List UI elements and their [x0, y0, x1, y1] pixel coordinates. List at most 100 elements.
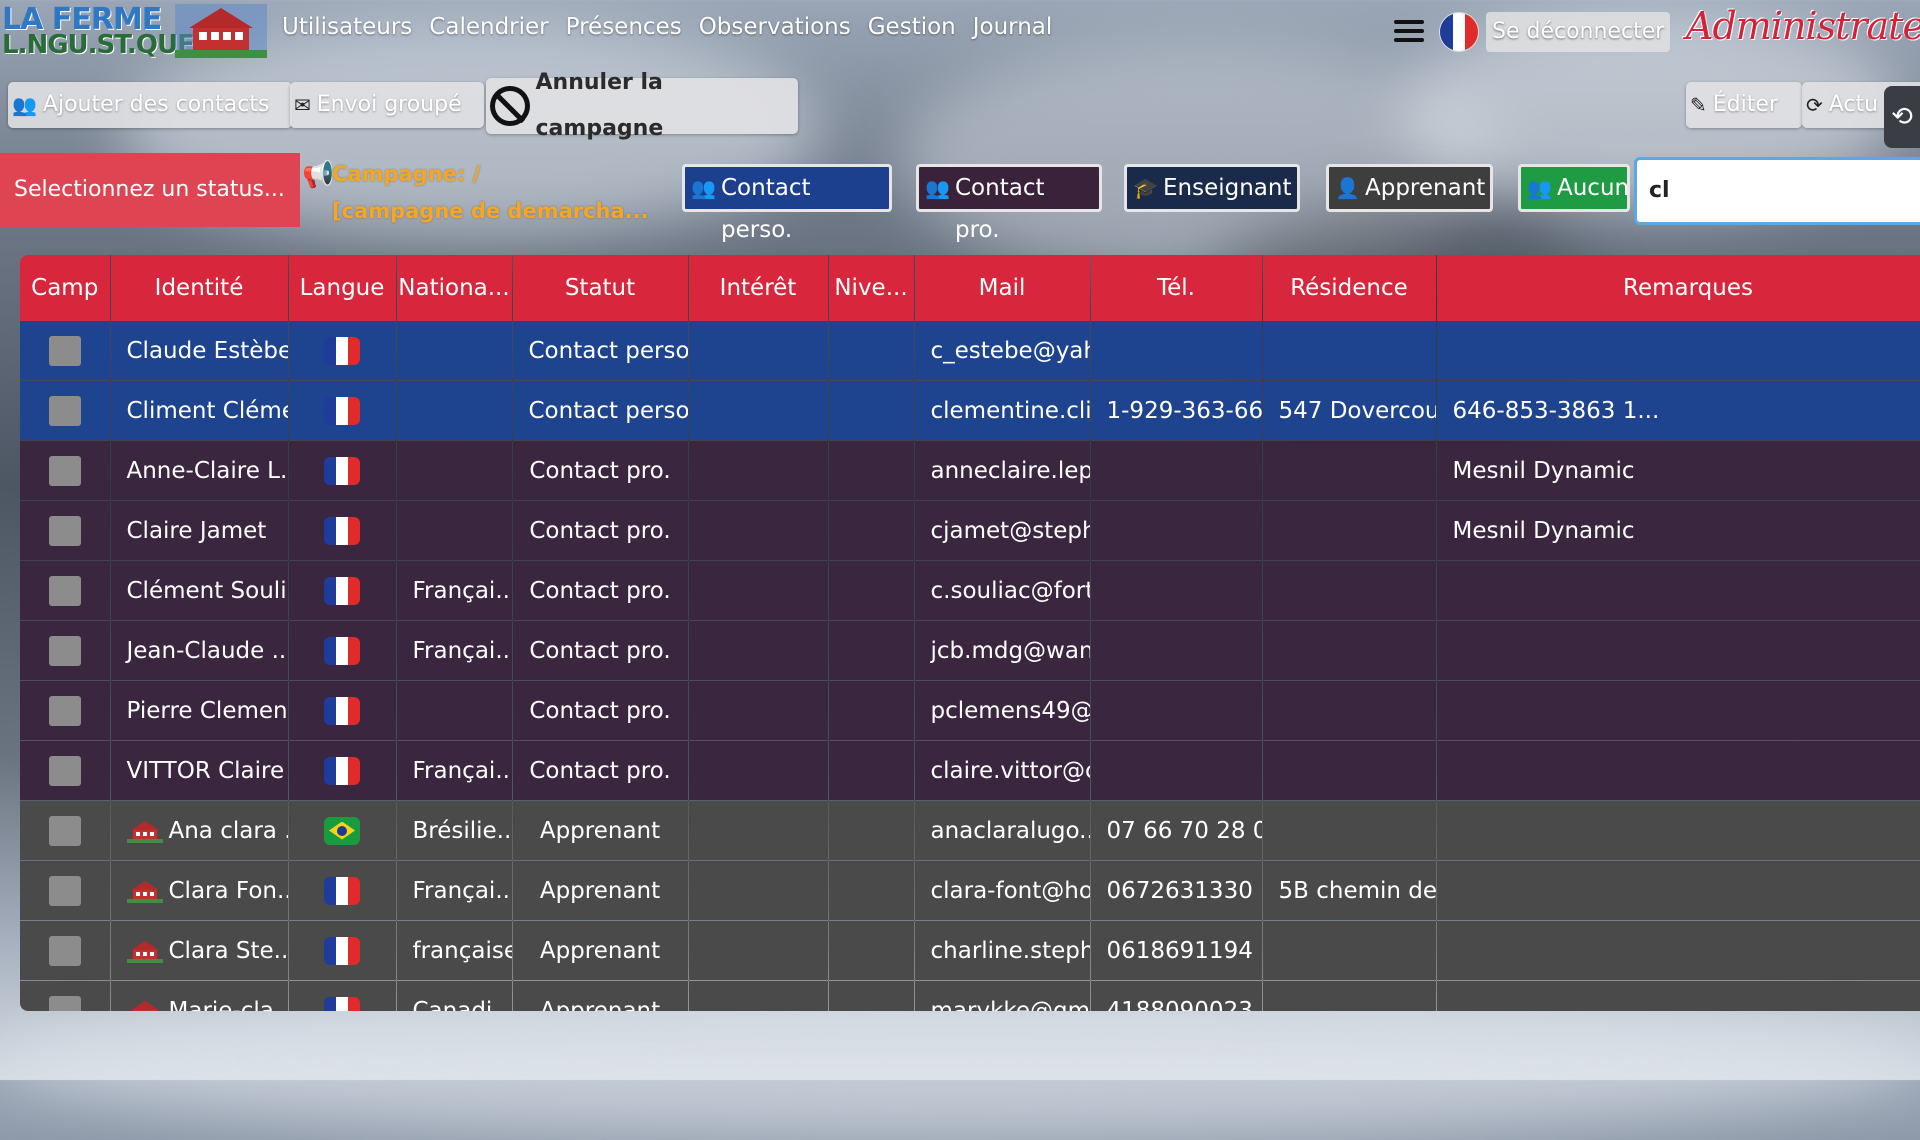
- column-header[interactable]: Statut: [512, 255, 689, 321]
- search-input[interactable]: cl: [1634, 157, 1920, 225]
- identity-text: Jean-Claude ...: [126, 637, 288, 664]
- column-header[interactable]: Intérêt: [688, 255, 829, 321]
- column-header[interactable]: Identité: [110, 255, 289, 321]
- residence-cell: [1262, 560, 1437, 621]
- nationality-cell: [396, 380, 513, 441]
- farm-house-icon: [130, 1001, 159, 1011]
- table-row[interactable]: Marie-cla... Canadi... Apprenant marykke@gm…: [20, 980, 1920, 1011]
- interest-cell: [688, 980, 829, 1011]
- identity-text: Claire Jamet: [126, 517, 267, 544]
- student-icon: 👤: [1335, 176, 1360, 200]
- table-row[interactable]: Clément Souli... Françai...Contact pro. c.…: [20, 560, 1920, 621]
- nav-users[interactable]: Utilisateurs: [282, 14, 412, 40]
- campaign-cell: [20, 380, 111, 441]
- campaign-checkbox[interactable]: [48, 635, 81, 666]
- mail-cell: jcb.mdg@wan...: [914, 620, 1091, 681]
- column-header[interactable]: Nive...: [828, 255, 915, 321]
- filter-teacher-label: Enseignant: [1163, 175, 1292, 201]
- mail-cell: c.souliac@fort...: [914, 560, 1091, 621]
- column-header[interactable]: Résidence: [1262, 255, 1437, 321]
- nav-journal[interactable]: Journal: [973, 14, 1053, 40]
- campaign-cell: [20, 680, 111, 741]
- nav-calendar[interactable]: Calendrier: [429, 14, 548, 40]
- identity-text: Ana clara ...: [168, 817, 288, 844]
- status-select[interactable]: Selectionnez un status...: [0, 153, 300, 227]
- users-icon: 👥: [691, 176, 716, 200]
- level-cell: [828, 560, 915, 621]
- identity-cell: Anne-Claire L...: [110, 440, 289, 501]
- flag-fr-icon: [324, 456, 360, 485]
- table-row[interactable]: Clara Ste... française Apprenant charline.s…: [20, 920, 1920, 981]
- filter-none[interactable]: 👥 Aucun: [1518, 164, 1630, 212]
- column-header[interactable]: Nationa...: [396, 255, 513, 321]
- campaign-info[interactable]: Campagne: / [campagne de demarcha...: [332, 156, 649, 230]
- nav-management[interactable]: Gestion: [868, 14, 956, 40]
- logout-button[interactable]: Se déconnecter: [1486, 12, 1671, 52]
- phone-cell: [1090, 500, 1263, 561]
- main-nav: Utilisateurs Calendrier Présences Observ…: [282, 14, 1052, 40]
- users-icon: 👥: [925, 176, 950, 200]
- table-row[interactable]: VITTOR Claire Françai... Contact pro. clair…: [20, 740, 1920, 801]
- language-flag-fr-icon[interactable]: [1440, 13, 1478, 51]
- status-cell: Contact pro.: [512, 560, 689, 621]
- filter-learner[interactable]: 👤 Apprenant: [1326, 164, 1493, 212]
- cancel-campaign-button[interactable]: Annuler la campagne: [486, 70, 798, 141]
- nationality-cell: [396, 440, 513, 501]
- filter-teacher[interactable]: 🎓 Enseignant: [1124, 164, 1300, 212]
- campaign-checkbox[interactable]: [48, 455, 81, 486]
- identity-text: Clara Ste...: [168, 937, 288, 964]
- campaign-cell: [20, 800, 111, 861]
- nav-observations[interactable]: Observations: [699, 14, 851, 40]
- table-row[interactable]: Jean-Claude ... Françai... Contact pro. jcb…: [20, 620, 1920, 681]
- remarks-cell: [1436, 860, 1920, 921]
- column-header[interactable]: Mail: [914, 255, 1091, 321]
- filter-learner-label: Apprenant: [1365, 175, 1486, 201]
- filter-contact-pro[interactable]: 👥 Contact pro.: [916, 164, 1102, 243]
- campaign-checkbox[interactable]: [48, 815, 81, 846]
- edit-icon: ✎: [1690, 93, 1707, 117]
- farm-house-icon: [175, 4, 267, 58]
- table-row[interactable]: Ana clara ... Brésilie...Apprenant anaclar…: [20, 800, 1920, 861]
- campaign-checkbox[interactable]: [48, 335, 81, 366]
- phone-cell: 0672631330: [1090, 860, 1263, 921]
- identity-cell: Clément Souli...: [110, 560, 289, 621]
- admin-role-label: Administrateur: [1686, 4, 1920, 48]
- language-cell: [288, 680, 397, 741]
- campaign-checkbox[interactable]: [48, 875, 81, 906]
- interest-cell: [688, 380, 829, 441]
- table-row[interactable]: Anne-Claire L... Contact pro. anneclaire.l…: [20, 440, 1920, 501]
- bulk-send-button[interactable]: ✉ Envoi groupé: [290, 82, 484, 128]
- campaign-checkbox[interactable]: [48, 995, 81, 1011]
- app-logo[interactable]: LA FERME L.NGU.ST.QUE: [0, 0, 270, 62]
- column-header[interactable]: Remarques: [1436, 255, 1920, 321]
- nationality-cell: [396, 500, 513, 561]
- table-row[interactable]: Clara Fon... Françai... Apprenant clara-fon…: [20, 860, 1920, 921]
- edit-button[interactable]: ✎ Éditer: [1686, 82, 1802, 128]
- hamburger-menu-icon[interactable]: [1394, 20, 1424, 44]
- interest-cell: [688, 500, 829, 561]
- history-icon[interactable]: ⟲: [1884, 86, 1920, 148]
- table-row[interactable]: Claire Jamet Contact pro. cjamet@steph... M…: [20, 500, 1920, 561]
- campaign-checkbox[interactable]: [48, 575, 81, 606]
- filter-contact-perso[interactable]: 👥 Contact perso.: [682, 164, 892, 243]
- campaign-checkbox[interactable]: [48, 395, 81, 426]
- campaign-checkbox[interactable]: [48, 515, 81, 546]
- residence-cell: 5B chemin des...: [1262, 860, 1437, 921]
- table-row[interactable]: Pierre Clemens Contact pro. pclemens49@...: [20, 680, 1920, 741]
- nav-attendance[interactable]: Présences: [566, 14, 682, 40]
- campaign-cell: [20, 560, 111, 621]
- campaign-checkbox[interactable]: [48, 755, 81, 786]
- residence-cell: [1262, 440, 1437, 501]
- column-header[interactable]: Langue: [288, 255, 397, 321]
- campaign-checkbox[interactable]: [48, 935, 81, 966]
- residence-cell: [1262, 740, 1437, 801]
- table-row[interactable]: Climent Cléme... Contact perso. clementine…: [20, 380, 1920, 441]
- table-row[interactable]: Claude Estèbe Contact perso. c_estebe@yah.…: [20, 321, 1920, 381]
- residence-cell: [1262, 620, 1437, 681]
- column-header[interactable]: Tél.: [1090, 255, 1263, 321]
- campaign-checkbox[interactable]: [48, 695, 81, 726]
- level-cell: [828, 740, 915, 801]
- column-header[interactable]: Camp: [20, 255, 111, 321]
- remarks-cell: [1436, 980, 1920, 1011]
- add-contacts-button[interactable]: 👥 Ajouter des contacts: [8, 82, 292, 128]
